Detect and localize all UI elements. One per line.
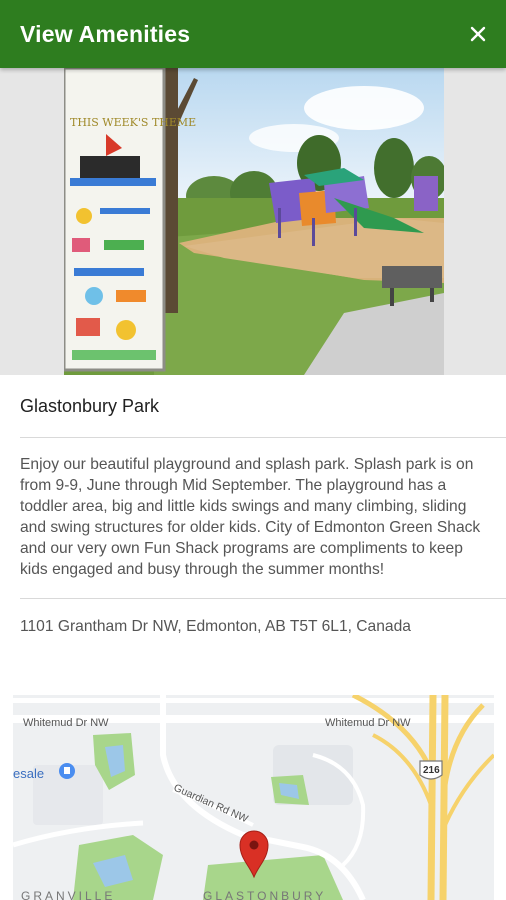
close-button[interactable] xyxy=(464,20,492,48)
park-address[interactable]: 1101 Grantham Dr NW, Edmonton, AB T5T 6L… xyxy=(0,599,506,655)
location-map[interactable]: Whitemud Dr NW Whitemud Dr NW Guardian R… xyxy=(13,695,494,900)
map-label-glastonbury: GLASTONBURY xyxy=(203,889,326,900)
app-bar: View Amenities xyxy=(0,0,506,68)
details-section: Glastonbury Park Enjoy our beautiful pla… xyxy=(0,375,506,655)
map-label-whitemud-left: Whitemud Dr NW xyxy=(23,717,109,729)
page-title: View Amenities xyxy=(20,20,191,47)
park-description: Enjoy our beautiful playground and splas… xyxy=(20,456,481,578)
map-label-whitemud-right: Whitemud Dr NW xyxy=(325,717,411,729)
park-name: Glastonbury Park xyxy=(20,395,160,416)
map-label-granville: GRANVILLE xyxy=(21,889,115,900)
park-photo: THIS WEEK'S THEME xyxy=(64,68,444,375)
map-label-place: esale xyxy=(13,766,44,781)
map-label-highway: 216 xyxy=(423,765,440,776)
close-icon xyxy=(470,26,486,42)
photo-area: THIS WEEK'S THEME xyxy=(0,68,506,375)
sign-text: THIS WEEK'S THEME xyxy=(70,116,196,129)
